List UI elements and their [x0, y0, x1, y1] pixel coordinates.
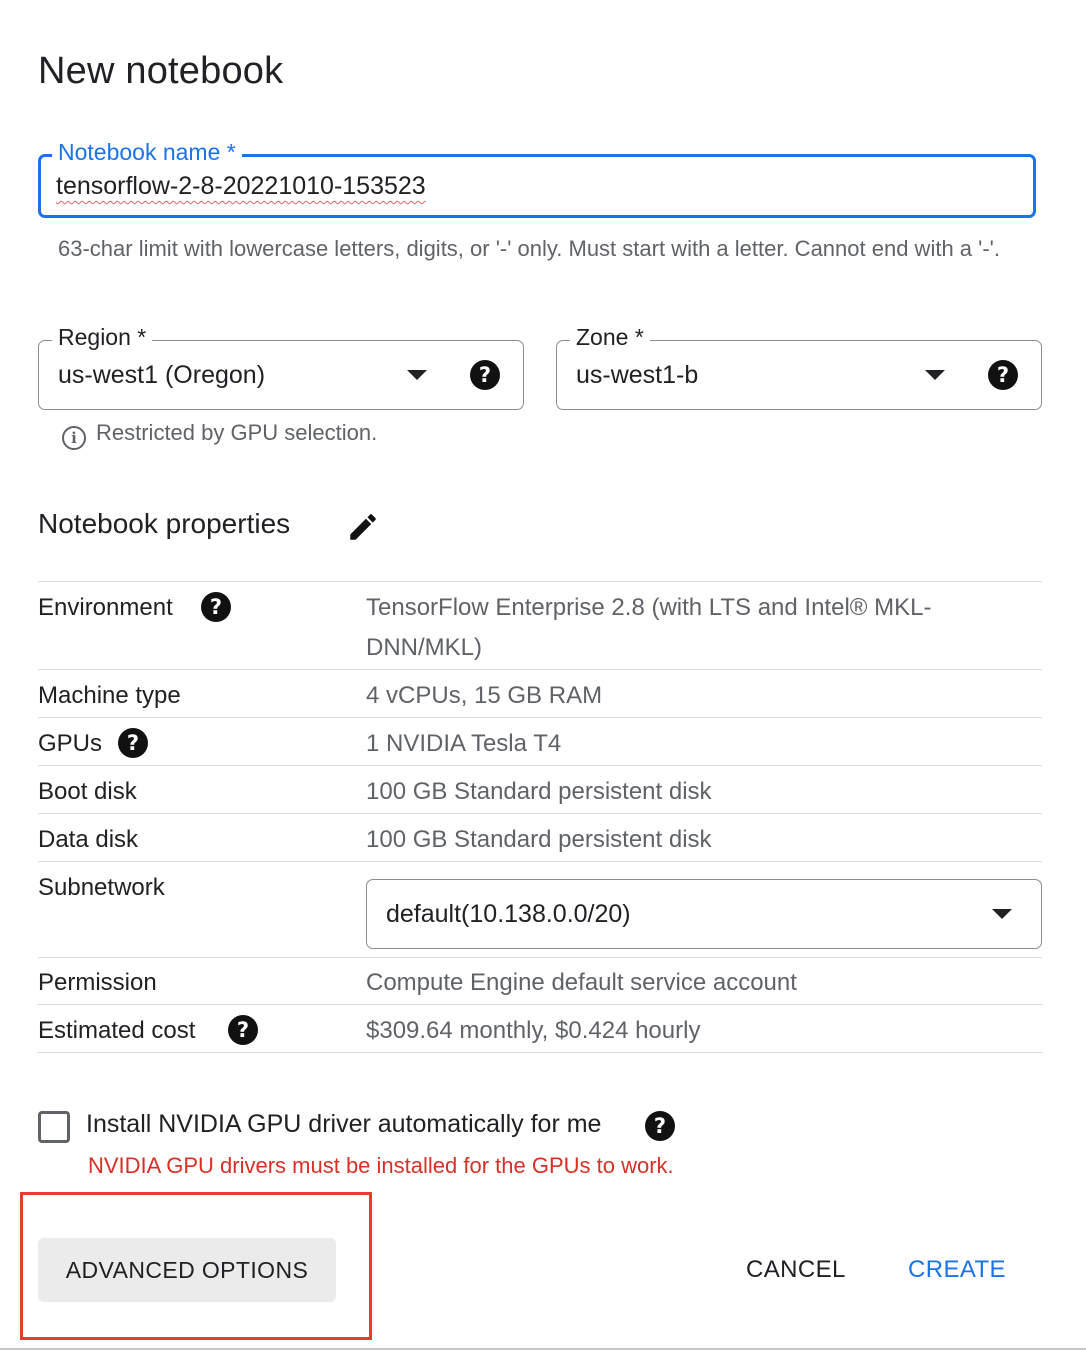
boot-disk-value: 100 GB Standard persistent disk — [366, 778, 712, 805]
subnetwork-value[interactable]: default(10.138.0.0/20) — [386, 900, 631, 929]
region-dropdown-icon[interactable] — [407, 370, 427, 380]
highlight-box — [20, 1192, 372, 1340]
gpu-driver-label[interactable]: Install NVIDIA GPU driver automatically … — [86, 1110, 601, 1139]
environment-label: Environment — [38, 594, 173, 621]
subnetwork-dropdown-icon[interactable] — [992, 909, 1012, 919]
table-divider — [38, 813, 1042, 814]
data-disk-label: Data disk — [38, 826, 139, 853]
restriction-text: Restricted by GPU selection. — [96, 420, 378, 445]
create-button[interactable]: CREATE — [892, 1248, 1022, 1292]
gpus-value: 1 NVIDIA Tesla T4 — [366, 730, 562, 757]
machine-type-value: 4 vCPUs, 15 GB RAM — [366, 682, 603, 709]
edit-pencil-icon[interactable] — [346, 510, 380, 544]
bottom-divider — [0, 1348, 1086, 1350]
environment-help-icon[interactable]: ? — [201, 592, 231, 622]
table-divider — [38, 717, 1042, 718]
subnetwork-label: Subnetwork — [38, 874, 165, 901]
gpus-label: GPUs — [38, 730, 103, 757]
restriction-note: i Restricted by GPU selection. — [62, 420, 377, 450]
cancel-button[interactable]: CANCEL — [730, 1248, 862, 1292]
estimated-cost-label: Estimated cost — [38, 1017, 196, 1044]
gpus-help-icon[interactable]: ? — [118, 728, 148, 758]
permission-value: Compute Engine default service account — [366, 969, 797, 996]
region-help-icon[interactable]: ? — [470, 360, 500, 390]
table-divider — [38, 1004, 1042, 1005]
notebook-name-hint: 63-char limit with lowercase letters, di… — [58, 236, 1000, 261]
estimated-cost-value: $309.64 monthly, $0.424 hourly — [366, 1017, 701, 1044]
estimated-cost-help-icon[interactable]: ? — [228, 1015, 258, 1045]
gpu-driver-error: NVIDIA GPU drivers must be installed for… — [88, 1153, 674, 1178]
dialog-title: New notebook — [38, 50, 284, 92]
table-divider — [38, 581, 1042, 582]
notebook-name-label: Notebook name * — [52, 139, 242, 166]
permission-label: Permission — [38, 969, 157, 996]
gpu-driver-checkbox[interactable] — [38, 1111, 70, 1143]
zone-label: Zone * — [570, 324, 650, 351]
info-icon: i — [62, 426, 86, 450]
properties-title: Notebook properties — [38, 508, 291, 539]
region-label: Region * — [52, 324, 153, 351]
zone-help-icon[interactable]: ? — [988, 360, 1018, 390]
zone-dropdown-icon[interactable] — [925, 370, 945, 380]
gpu-driver-help-icon[interactable]: ? — [645, 1111, 675, 1141]
table-divider — [38, 1052, 1042, 1053]
boot-disk-label: Boot disk — [38, 778, 137, 805]
table-divider — [38, 861, 1042, 862]
table-divider — [38, 957, 1042, 958]
table-divider — [38, 669, 1042, 670]
data-disk-value: 100 GB Standard persistent disk — [366, 826, 712, 853]
zone-value[interactable]: us-west1-b — [576, 361, 698, 390]
region-value[interactable]: us-west1 (Oregon) — [58, 361, 265, 390]
table-divider — [38, 765, 1042, 766]
notebook-name-input[interactable]: tensorflow-2-8-20221010-153523 — [56, 172, 426, 201]
environment-value: TensorFlow Enterprise 2.8 (with LTS and … — [366, 594, 932, 661]
machine-type-label: Machine type — [38, 682, 181, 709]
